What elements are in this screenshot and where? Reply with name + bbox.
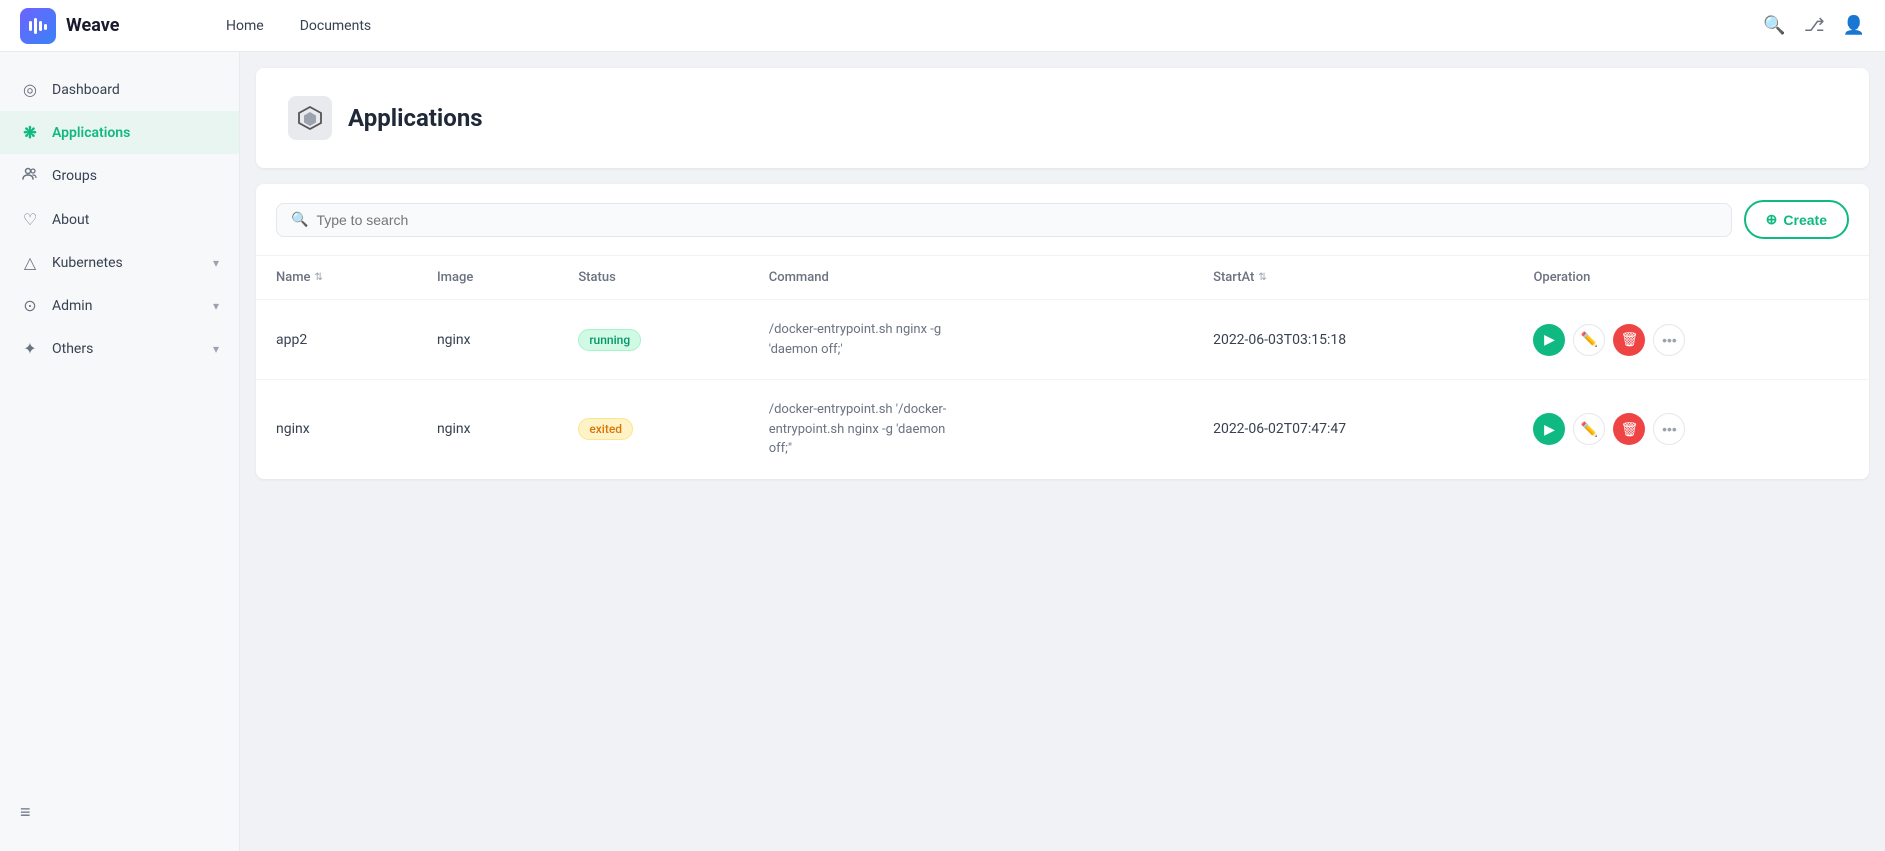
page-title: Applications bbox=[348, 104, 483, 132]
create-button[interactable]: ⊕ Create bbox=[1744, 200, 1849, 239]
cell-startat: 2022-06-03T03:15:18 bbox=[1193, 300, 1513, 380]
sidebar-label-admin: Admin bbox=[52, 298, 92, 314]
sidebar-item-about[interactable]: ♡ About bbox=[0, 198, 239, 241]
delete-button[interactable]: 🗑 bbox=[1613, 324, 1645, 356]
user-icon[interactable]: 👤 bbox=[1843, 15, 1865, 36]
startat-sort-icon[interactable]: ⇅ bbox=[1258, 272, 1266, 283]
applications-icon: ❋ bbox=[20, 123, 40, 142]
page-header: Applications bbox=[256, 68, 1869, 168]
others-icon: ✦ bbox=[20, 339, 40, 358]
more-button[interactable]: ••• bbox=[1653, 413, 1685, 445]
admin-chevron: ▾ bbox=[213, 299, 219, 313]
sidebar-item-applications[interactable]: ❋ Applications bbox=[0, 111, 239, 154]
top-navigation: Weave Home Documents 🔍 ⎇ 👤 bbox=[0, 0, 1885, 52]
sidebar-label-kubernetes: Kubernetes bbox=[52, 255, 123, 271]
toolbar: 🔍 ⊕ Create bbox=[256, 184, 1869, 256]
sidebar-item-admin[interactable]: ⊙ Admin ▾ bbox=[0, 284, 239, 327]
git-icon[interactable]: ⎇ bbox=[1804, 15, 1825, 36]
sidebar-label-applications: Applications bbox=[52, 125, 130, 141]
name-sort-icon[interactable]: ⇅ bbox=[315, 272, 323, 283]
more-button[interactable]: ••• bbox=[1653, 324, 1685, 356]
cell-startat: 2022-06-02T07:47:47 bbox=[1193, 380, 1513, 479]
nav-links: Home Documents bbox=[212, 12, 1731, 40]
sidebar-item-kubernetes[interactable]: △ Kubernetes ▾ bbox=[0, 241, 239, 284]
kubernetes-chevron: ▾ bbox=[213, 256, 219, 270]
cell-operations: ▶ ✏️ 🗑 ••• bbox=[1513, 300, 1869, 380]
search-input[interactable] bbox=[316, 212, 1716, 228]
table-header: Name ⇅ Image Status Command StartAt ⇅ bbox=[256, 256, 1869, 300]
sidebar: ◎ Dashboard ❋ Applications Groups ♡ Abou… bbox=[0, 52, 240, 851]
sidebar-label-about: About bbox=[52, 212, 89, 228]
nav-link-home[interactable]: Home bbox=[212, 12, 278, 40]
others-chevron: ▾ bbox=[213, 342, 219, 356]
search-icon: 🔍 bbox=[291, 212, 308, 228]
col-startat: StartAt ⇅ bbox=[1193, 256, 1513, 300]
sidebar-item-dashboard[interactable]: ◎ Dashboard bbox=[0, 68, 239, 111]
sidebar-label-dashboard: Dashboard bbox=[52, 82, 120, 98]
col-command: Command bbox=[749, 256, 1193, 300]
sidebar-bottom: ≡ bbox=[0, 790, 239, 835]
sidebar-label-others: Others bbox=[52, 341, 93, 357]
nav-actions: 🔍 ⎇ 👤 bbox=[1763, 15, 1865, 36]
delete-button[interactable]: 🗑 bbox=[1613, 413, 1645, 445]
terminal-button[interactable]: ▶ bbox=[1533, 413, 1565, 445]
sidebar-label-groups: Groups bbox=[52, 168, 97, 184]
cell-image: nginx bbox=[417, 380, 558, 479]
content-card: 🔍 ⊕ Create Name ⇅ bbox=[256, 184, 1869, 479]
table-body: app2 nginx running /docker-entrypoint.sh… bbox=[256, 300, 1869, 479]
cell-command: /docker-entrypoint.sh '/docker-entrypoin… bbox=[749, 380, 1193, 479]
cell-status: running bbox=[558, 300, 748, 380]
edit-button[interactable]: ✏️ bbox=[1573, 413, 1605, 445]
col-operation: Operation bbox=[1513, 256, 1869, 300]
brand: Weave bbox=[20, 8, 180, 44]
cell-status: exited bbox=[558, 380, 748, 479]
menu-icon[interactable]: ≡ bbox=[20, 802, 31, 823]
sidebar-item-others[interactable]: ✦ Others ▾ bbox=[0, 327, 239, 370]
page-header-icon bbox=[288, 96, 332, 140]
create-plus-icon: ⊕ bbox=[1766, 211, 1778, 228]
cell-image: nginx bbox=[417, 300, 558, 380]
groups-icon bbox=[20, 166, 40, 186]
search-wrap: 🔍 bbox=[276, 203, 1732, 237]
col-image: Image bbox=[417, 256, 558, 300]
brand-name: Weave bbox=[66, 15, 119, 36]
cell-command: /docker-entrypoint.sh nginx -g 'daemon o… bbox=[749, 300, 1193, 380]
nav-link-documents[interactable]: Documents bbox=[286, 12, 385, 40]
about-icon: ♡ bbox=[20, 210, 40, 229]
brand-logo bbox=[20, 8, 56, 44]
main-content: Applications 🔍 ⊕ Create bbox=[240, 52, 1885, 851]
table-row: app2 nginx running /docker-entrypoint.sh… bbox=[256, 300, 1869, 380]
col-name: Name ⇅ bbox=[256, 256, 417, 300]
sidebar-item-groups[interactable]: Groups bbox=[0, 154, 239, 198]
create-label: Create bbox=[1783, 212, 1827, 228]
edit-button[interactable]: ✏️ bbox=[1573, 324, 1605, 356]
cell-operations: ▶ ✏️ 🗑 ••• bbox=[1513, 380, 1869, 479]
applications-table: Name ⇅ Image Status Command StartAt ⇅ bbox=[256, 256, 1869, 479]
col-status: Status bbox=[558, 256, 748, 300]
status-badge: running bbox=[578, 329, 641, 351]
terminal-button[interactable]: ▶ bbox=[1533, 324, 1565, 356]
kubernetes-icon: △ bbox=[20, 253, 40, 272]
search-icon[interactable]: 🔍 bbox=[1763, 15, 1785, 36]
dashboard-icon: ◎ bbox=[20, 80, 40, 99]
cell-name: nginx bbox=[256, 380, 417, 479]
cell-name: app2 bbox=[256, 300, 417, 380]
admin-icon: ⊙ bbox=[20, 296, 40, 315]
table-row: nginx nginx exited /docker-entrypoint.sh… bbox=[256, 380, 1869, 479]
status-badge: exited bbox=[578, 418, 633, 440]
